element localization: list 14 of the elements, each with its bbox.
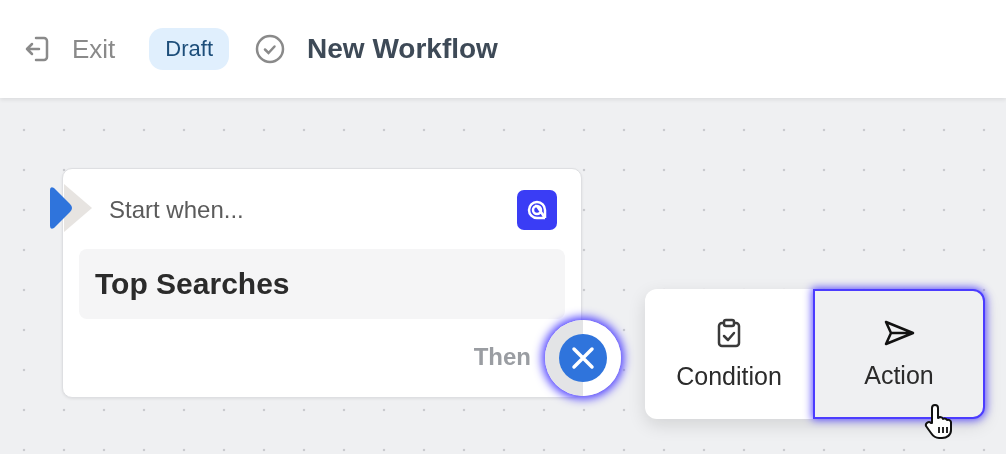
trigger-label: Start when... <box>109 196 244 224</box>
close-button[interactable] <box>545 320 621 396</box>
menu-option[interactable]: Action <box>813 289 985 419</box>
workflow-title: New Workflow <box>307 33 498 65</box>
menu-option[interactable]: Condition <box>645 289 813 419</box>
status-badge: Draft <box>149 28 230 70</box>
at-sign-icon <box>517 190 557 230</box>
trigger-value: Top Searches <box>79 249 565 319</box>
check-circle-icon <box>255 34 286 64</box>
exit-icon <box>24 34 50 64</box>
clipboard-check-icon <box>716 317 742 348</box>
send-icon <box>883 318 915 347</box>
trigger-card[interactable]: Start when... Top Searches Then <box>62 168 582 398</box>
then-label: Then <box>473 343 531 371</box>
